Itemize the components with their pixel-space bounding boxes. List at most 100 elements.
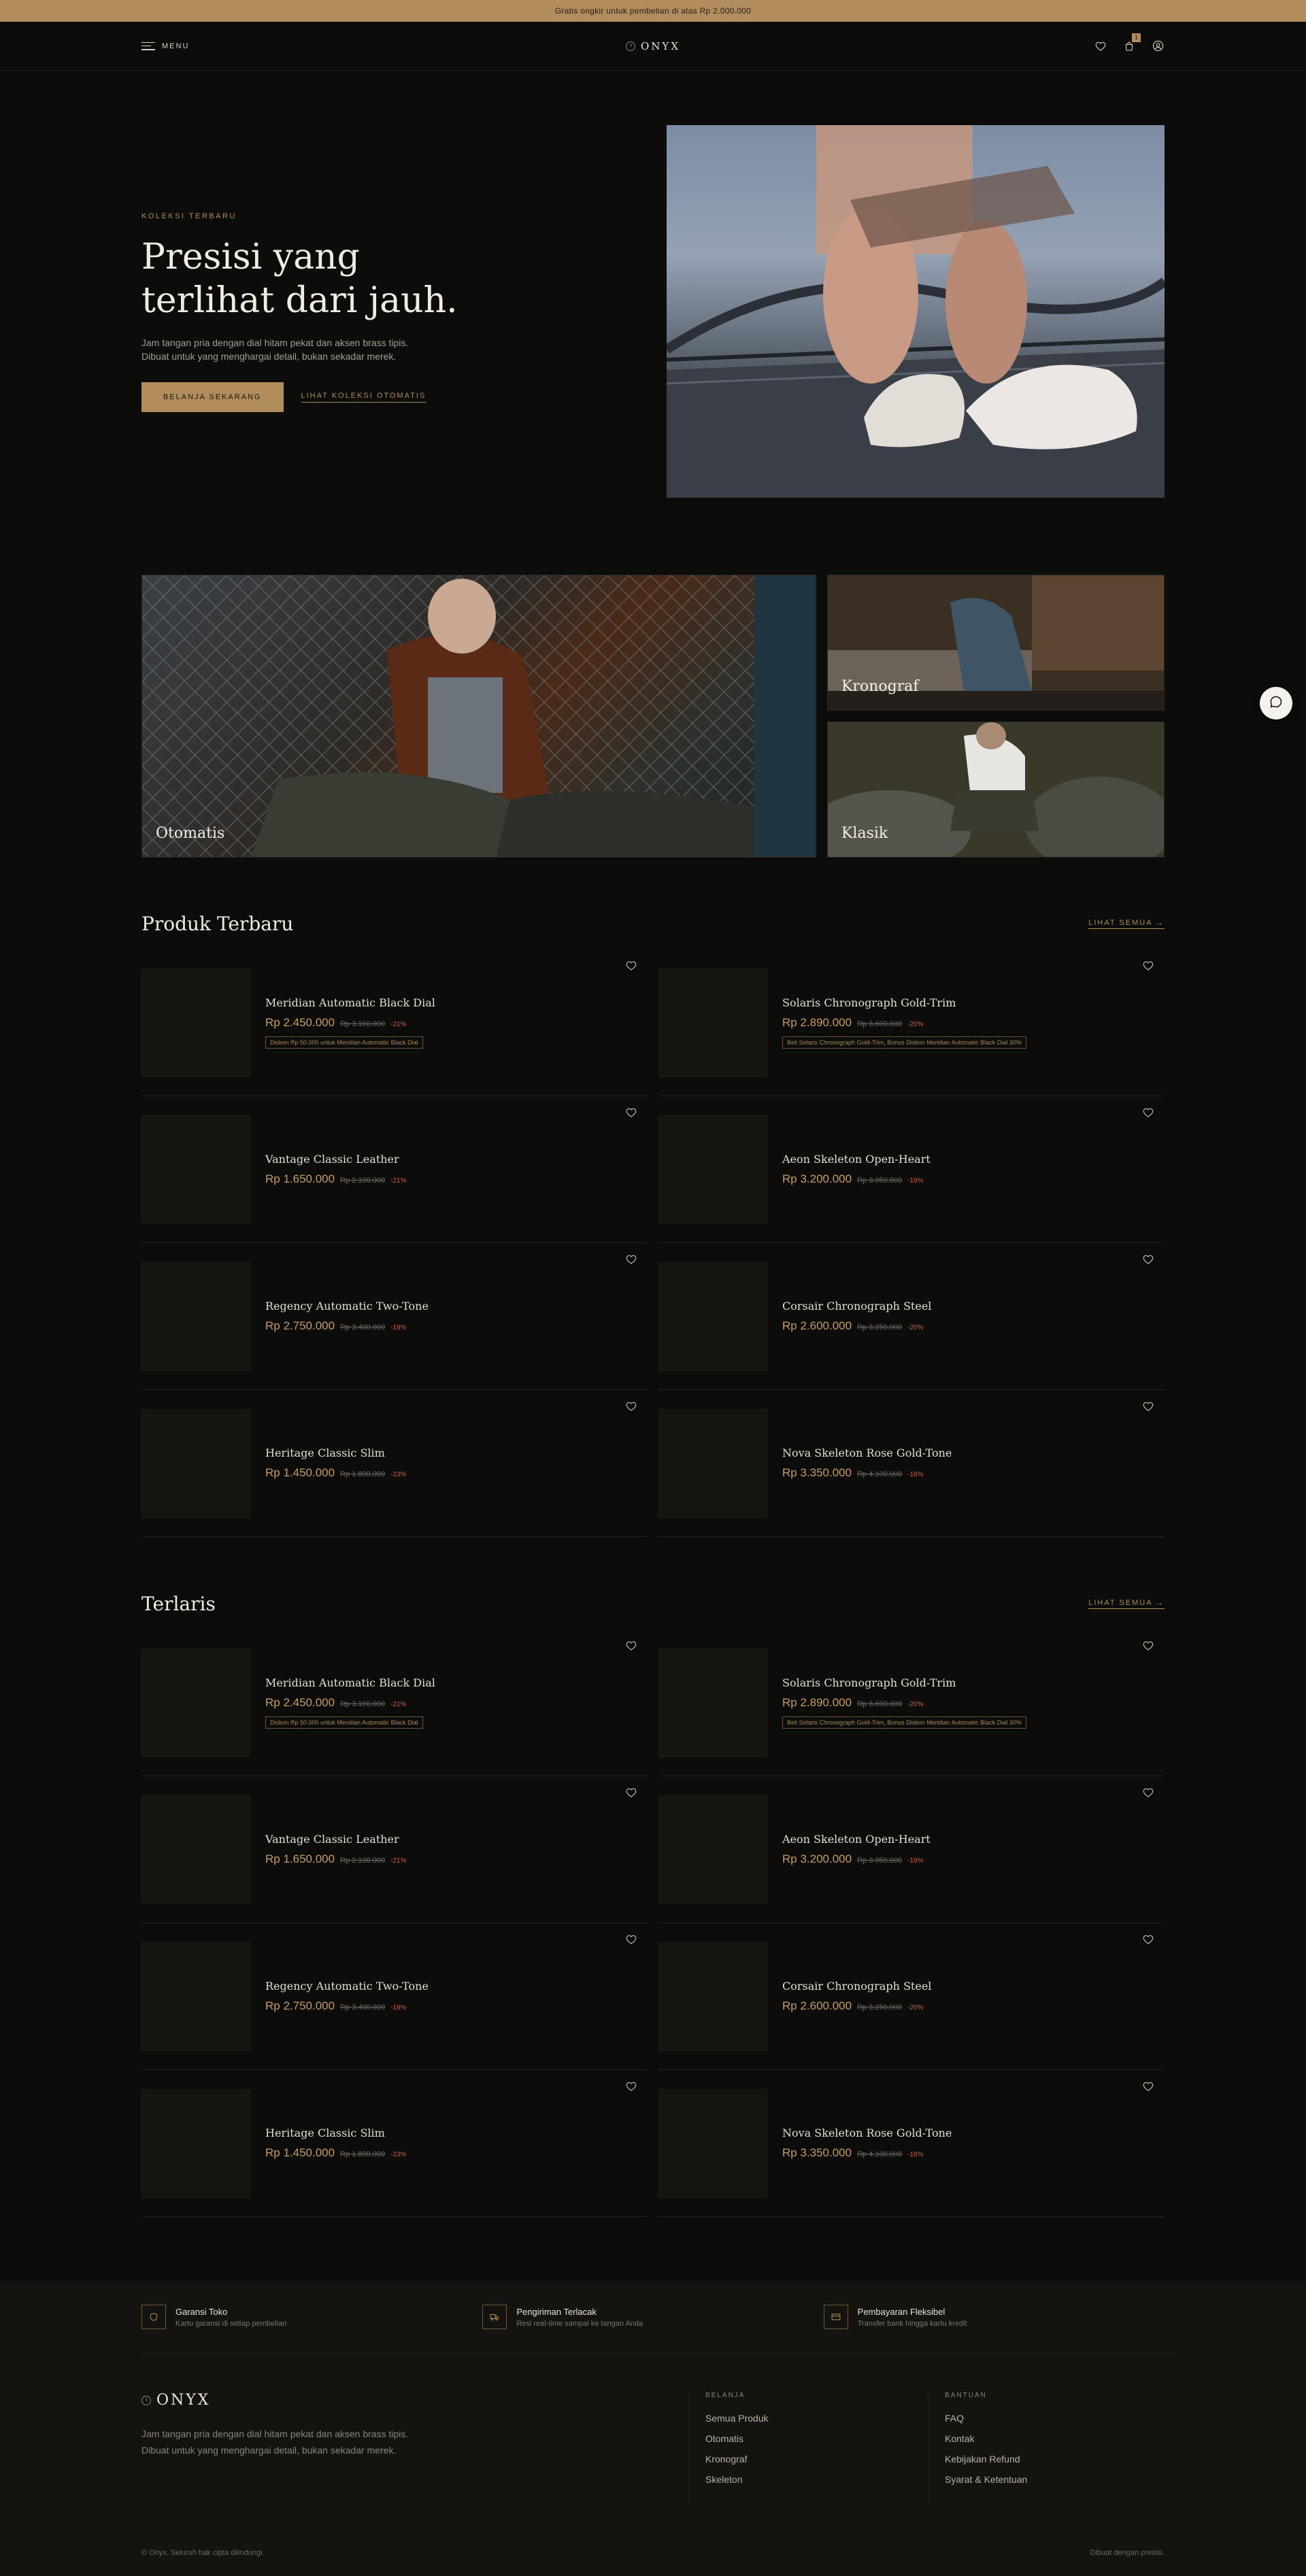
product-image — [141, 1942, 250, 2051]
product-grid: Meridian Automatic Black Dial Rp 2.450.0… — [141, 949, 1165, 1537]
wishlist-heart-icon[interactable] — [1143, 1640, 1154, 1651]
product-card[interactable]: Regency Automatic Two-Tone Rp 2.750.000 R… — [141, 1923, 648, 2070]
product-card[interactable]: Meridian Automatic Black Dial Rp 2.450.0… — [141, 949, 648, 1096]
footer-link[interactable]: Kontak — [945, 2433, 1027, 2444]
wishlist-heart-icon[interactable] — [1143, 1934, 1154, 1945]
watch-logo-icon — [625, 41, 635, 51]
product-card[interactable]: Solaris Chronograph Gold-Trim Rp 2.890.0… — [658, 949, 1165, 1096]
view-automatic-collection-link[interactable]: LIHAT KOLEKSI OTOMATIS — [301, 392, 426, 403]
product-card[interactable]: Solaris Chronograph Gold-Trim Rp 2.890.0… — [658, 1629, 1165, 1776]
wishlist-heart-icon[interactable] — [1143, 1107, 1154, 1118]
hero-cta-group: BELANJA SEKARANG LIHAT KOLEKSI OTOMATIS — [141, 382, 468, 412]
shop-now-button[interactable]: BELANJA SEKARANG — [141, 382, 284, 412]
wishlist-heart-icon[interactable] — [626, 1787, 637, 1798]
product-promo-badge: Diskon Rp 50.000 untuk Meridian Automati… — [265, 1036, 423, 1049]
footer-link[interactable]: Semua Produk — [705, 2413, 769, 2424]
product-old-price: Rp 3.250.000 — [857, 1323, 903, 1332]
product-card[interactable]: Heritage Classic Slim Rp 1.450.000 Rp 1.8… — [141, 1390, 648, 1537]
hero-title: Presisi yang terlihat dari jauh. — [141, 235, 468, 322]
wishlist-heart-icon[interactable] — [1143, 2081, 1154, 2092]
product-card[interactable]: Aeon Skeleton Open-Heart Rp 3.200.000 Rp … — [658, 1776, 1165, 1923]
product-discount: -23% — [390, 2151, 407, 2158]
product-card[interactable]: Aeon Skeleton Open-Heart Rp 3.200.000 Rp … — [658, 1096, 1165, 1243]
product-name: Nova Skeleton Rose Gold-Tone — [782, 2126, 952, 2139]
section-bestsellers: Terlaris LIHAT SEMUA → Meridian Automati… — [141, 1590, 1165, 2217]
product-discount: -21% — [390, 1021, 407, 1028]
product-card[interactable]: Nova Skeleton Rose Gold-Tone Rp 3.350.00… — [658, 1390, 1165, 1537]
product-image — [658, 968, 767, 1077]
product-discount: -18% — [907, 2151, 924, 2158]
feature-title: Pengiriman Terlacak — [516, 2306, 597, 2317]
product-old-price: Rp 4.100.000 — [857, 1470, 903, 1478]
wishlist-heart-icon[interactable] — [626, 1640, 637, 1651]
wishlist-heart-icon[interactable] — [1094, 39, 1107, 53]
footer-brand-name: ONYX — [156, 2392, 211, 2409]
product-price: Rp 2.890.000 — [782, 1016, 852, 1029]
footer-link[interactable]: Kebijakan Refund — [945, 2454, 1027, 2464]
product-card[interactable]: Meridian Automatic Black Dial Rp 2.450.0… — [141, 1629, 648, 1776]
product-card[interactable]: Heritage Classic Slim Rp 1.450.000 Rp 1.8… — [141, 2070, 648, 2217]
product-card[interactable]: Regency Automatic Two-Tone Rp 2.750.000 R… — [141, 1243, 648, 1390]
menu-button[interactable]: MENU — [141, 41, 189, 50]
product-promo-badge: Beli Solaris Chronograph Gold-Trim, Bonu… — [782, 1716, 1026, 1729]
category-card-klasik[interactable]: Klasik — [827, 722, 1165, 858]
product-image — [141, 968, 250, 1077]
chat-bubble-icon — [1269, 695, 1283, 712]
see-all-link[interactable]: LIHAT SEMUA → — [1088, 919, 1165, 929]
product-price: Rp 3.200.000 — [782, 1852, 852, 1865]
footer-column-help: BANTUAN FAQ Kontak Kebijakan Refund Syar… — [928, 2392, 1027, 2501]
product-old-price: Rp 3.950.000 — [857, 1176, 903, 1185]
product-name: Aeon Skeleton Open-Heart — [782, 1833, 931, 1846]
product-image — [658, 1115, 767, 1224]
site-logo[interactable]: ONYX — [625, 40, 680, 52]
category-card-otomatis[interactable]: Otomatis — [141, 575, 816, 858]
see-all-link[interactable]: LIHAT SEMUA → — [1088, 1599, 1165, 1609]
wishlist-heart-icon[interactable] — [1143, 1787, 1154, 1798]
site-footer: Garansi Toko Kartu garansi di setiap pemb… — [0, 2283, 1306, 2576]
product-grid: Meridian Automatic Black Dial Rp 2.450.0… — [141, 1629, 1165, 2217]
wishlist-heart-icon[interactable] — [626, 1401, 637, 1412]
wishlist-heart-icon[interactable] — [1143, 960, 1154, 971]
hero-image — [667, 125, 1165, 498]
product-old-price: Rp 3.250.000 — [857, 2003, 903, 2012]
product-name: Meridian Automatic Black Dial — [265, 1676, 435, 1689]
product-card[interactable]: Vantage Classic Leather Rp 1.650.000 Rp 2… — [141, 1776, 648, 1923]
product-card[interactable]: Corsair Chronograph Steel Rp 2.600.000 Rp… — [658, 1923, 1165, 2070]
wishlist-heart-icon[interactable] — [626, 1107, 637, 1118]
product-card[interactable]: Nova Skeleton Rose Gold-Tone Rp 3.350.00… — [658, 2070, 1165, 2217]
product-discount: -19% — [907, 1177, 924, 1185]
chat-button[interactable] — [1260, 687, 1292, 719]
footer-link[interactable]: Kronograf — [705, 2454, 769, 2464]
product-name: Nova Skeleton Rose Gold-Tone — [782, 1446, 952, 1459]
footer-link[interactable]: Syarat & Ketentuan — [945, 2474, 1027, 2485]
product-price: Rp 3.350.000 — [782, 2146, 852, 2159]
footer-link[interactable]: Otomatis — [705, 2433, 769, 2444]
category-label-kronograf: Kronograf — [841, 678, 919, 695]
product-old-price: Rp 3.600.000 — [857, 1700, 903, 1708]
product-image — [141, 1648, 250, 1757]
wishlist-heart-icon[interactable] — [626, 960, 637, 971]
hero-eyebrow: KOLEKSI TERBARU — [141, 212, 237, 220]
product-discount: -20% — [907, 1324, 924, 1332]
account-icon[interactable] — [1151, 39, 1165, 53]
product-image — [658, 1261, 767, 1371]
product-price: Rp 2.750.000 — [265, 1319, 335, 1332]
copyright-text: © Onyx. Seluruh hak cipta dilindungi. — [141, 2549, 265, 2557]
product-card[interactable]: Vantage Classic Leather Rp 1.650.000 Rp 2… — [141, 1096, 648, 1243]
product-name: Vantage Classic Leather — [265, 1153, 399, 1166]
wishlist-heart-icon[interactable] — [1143, 1254, 1154, 1265]
footer-link[interactable]: Skeleton — [705, 2474, 769, 2485]
wishlist-heart-icon[interactable] — [1143, 1401, 1154, 1412]
wishlist-heart-icon[interactable] — [626, 1934, 637, 1945]
wishlist-heart-icon[interactable] — [626, 1254, 637, 1265]
category-card-kronograf[interactable]: Kronograf — [827, 575, 1165, 711]
product-name: Aeon Skeleton Open-Heart — [782, 1153, 931, 1166]
product-discount: -20% — [907, 1021, 924, 1028]
footer-logo[interactable]: ONYX — [141, 2392, 210, 2409]
footer-link[interactable]: FAQ — [945, 2413, 1027, 2424]
footer-column-heading: BANTUAN — [945, 2392, 987, 2399]
page: Gratis ongkir untuk pembelian di atas Rp… — [0, 0, 1306, 2576]
cart-icon[interactable]: 1 — [1122, 33, 1141, 53]
product-card[interactable]: Corsair Chronograph Steel Rp 2.600.000 Rp… — [658, 1243, 1165, 1390]
wishlist-heart-icon[interactable] — [626, 2081, 637, 2092]
